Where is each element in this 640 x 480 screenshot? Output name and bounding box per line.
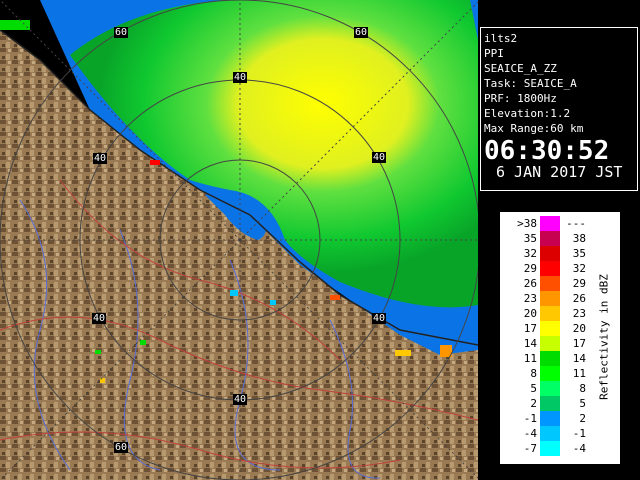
range-ring-label: 40 [233, 72, 248, 83]
station-name: ilts2 [484, 32, 518, 45]
legend-lower-bound: 23 [523, 292, 537, 305]
legend-lower-bound: 17 [523, 322, 537, 335]
legend-lower-bound: 35 [523, 232, 537, 245]
legend-upper-bound: 17 [572, 337, 586, 350]
legend-upper-bound: 2 [579, 412, 586, 425]
range-ring-label: 40 [92, 313, 107, 324]
legend-upper-bound: 8 [579, 382, 586, 395]
legend-lower-bound: 26 [523, 277, 537, 290]
legend-upper-bound: 26 [572, 292, 586, 305]
scan-date: 6 JAN 2017 JST [496, 163, 623, 181]
legend-lower-bound: 29 [523, 262, 537, 275]
legend-lower-bound: -1 [523, 412, 537, 425]
legend-lower-bound: 32 [523, 247, 537, 260]
range-ring-label: 60 [114, 27, 129, 38]
legend-color-swatch [540, 216, 560, 231]
legend-upper-bound: 23 [572, 307, 586, 320]
legend-color-swatch [540, 246, 560, 261]
legend-lower-bound: 14 [523, 337, 537, 350]
legend-color-swatch [540, 381, 560, 396]
legend-lower-bound: 20 [523, 307, 537, 320]
legend-upper-bound: -1 [572, 427, 586, 440]
legend-color-swatch [540, 366, 560, 381]
elevation-value: Elevation:1.2 [484, 107, 571, 120]
legend-color-swatch [540, 351, 560, 366]
range-ring-label: 60 [114, 442, 129, 453]
range-ring-label: 40 [93, 153, 108, 164]
legend-upper-bound: 35 [572, 247, 586, 260]
legend-color-swatch [540, 426, 560, 441]
legend-color-swatch [540, 276, 560, 291]
legend-upper-bound: --- [566, 217, 586, 230]
legend-lower-bound: 2 [530, 397, 537, 410]
scan-time: 06:30:52 [484, 136, 610, 166]
range-ring-label: 40 [372, 313, 387, 324]
legend-upper-bound: -4 [572, 442, 586, 455]
legend-color-swatch [540, 396, 560, 411]
legend-color-swatch [540, 411, 560, 426]
legend-lower-bound: -4 [523, 427, 537, 440]
legend-upper-bound: 32 [572, 262, 586, 275]
legend-color-swatch [540, 321, 560, 336]
product-name: SEAICE_A_ZZ [484, 62, 557, 75]
legend-lower-bound: >38 [517, 217, 537, 230]
legend-color-swatch [540, 336, 560, 351]
legend-color-swatch [540, 261, 560, 276]
legend-upper-bound: 5 [579, 397, 586, 410]
legend-axis-text: Reflectivity in dBZ [597, 274, 611, 400]
legend-lower-bound: 8 [530, 367, 537, 380]
legend-color-swatch [540, 306, 560, 321]
radar-map[interactable]: 60 60 40 40 40 40 40 40 60 [0, 0, 478, 480]
range-ring-label: 40 [233, 394, 248, 405]
legend-lower-bound: 5 [530, 382, 537, 395]
reflectivity-legend: >38 --- 35 38 32 35 29 32 26 29 23 26 20 23 17 20 14 17 11… [500, 212, 620, 464]
task-name: Task: SEAICE_A [484, 77, 577, 90]
legend-upper-bound: 11 [572, 367, 586, 380]
scan-info-panel: ilts2 PPI SEAICE_A_ZZ Task: SEAICE_A PRF… [480, 27, 638, 191]
range-ring-label: 60 [354, 27, 369, 38]
legend-lower-bound: -7 [523, 442, 537, 455]
legend-upper-bound: 20 [572, 322, 586, 335]
legend-lower-bound: 11 [523, 352, 537, 365]
legend-upper-bound: 29 [572, 277, 586, 290]
legend-color-swatch [540, 231, 560, 246]
prf-value: PRF: 1800Hz [484, 92, 557, 105]
legend-upper-bound: 38 [572, 232, 586, 245]
scan-type: PPI [484, 47, 504, 60]
legend-color-swatch [540, 441, 560, 456]
legend-color-swatch [540, 291, 560, 306]
max-range-value: Max Range:60 km [484, 122, 584, 135]
legend-axis-label: Reflectivity in dBZ [595, 267, 613, 407]
legend-upper-bound: 14 [572, 352, 586, 365]
range-ring-label: 40 [372, 152, 387, 163]
